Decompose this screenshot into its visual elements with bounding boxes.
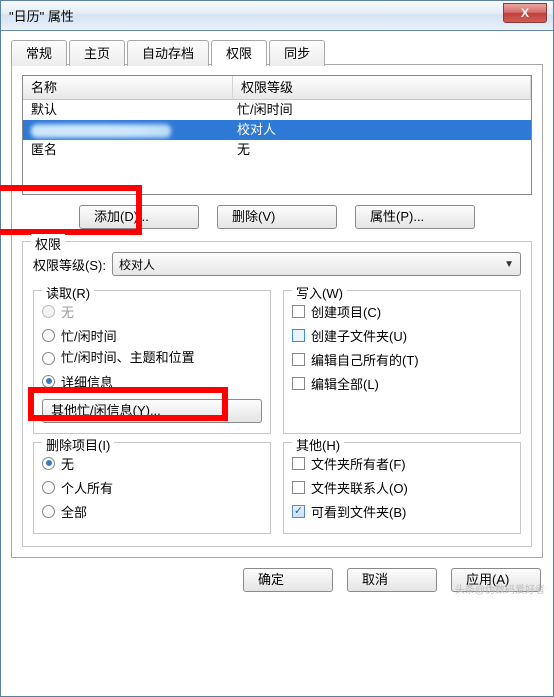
checkbox-icon [292, 481, 305, 494]
cell-name: 默认 [23, 100, 233, 120]
watermark: 头条@伪数码爱好者 [455, 581, 545, 596]
chevron-down-icon: ▼ [504, 259, 514, 270]
radio-icon [42, 375, 55, 388]
other-owner[interactable]: 文件夹所有者(F) [292, 451, 512, 475]
col-level[interactable]: 权限等级 [233, 76, 531, 99]
radio-icon [42, 505, 55, 518]
tab-permissions[interactable]: 权限 [211, 40, 267, 66]
cancel-button[interactable]: 取消 [347, 568, 437, 592]
other-fieldset: 其他(H) 文件夹所有者(F) 文件夹联系人(O) 可看到文件夹(B) [283, 442, 521, 534]
level-label: 权限等级(S): [33, 255, 106, 274]
close-button[interactable]: X [503, 3, 547, 23]
level-value: 校对人 [119, 256, 155, 273]
remove-button[interactable]: 删除(V) [217, 205, 337, 229]
tab-strip: 常规 主页 自动存档 权限 同步 [11, 39, 543, 65]
cell-level: 无 [233, 140, 531, 160]
write-edit-own[interactable]: 编辑自己所有的(T) [292, 347, 512, 371]
other-freebusy-button[interactable]: 其他忙/闲信息(Y)... [42, 399, 262, 423]
checkbox-icon [292, 505, 305, 518]
permission-list[interactable]: 名称 权限等级 默认 忙/闲时间 校对人 匿名 无 [22, 75, 532, 195]
read-freebusy[interactable]: 忙/闲时间 [42, 323, 262, 347]
radio-icon [42, 481, 55, 494]
add-button[interactable]: 添加(D)... [79, 205, 199, 229]
table-row[interactable]: 匿名 无 [23, 140, 531, 160]
col-name[interactable]: 名称 [23, 76, 233, 99]
delete-none[interactable]: 无 [42, 451, 262, 475]
read-legend: 读取(R) [42, 283, 94, 302]
write-edit-all[interactable]: 编辑全部(L) [292, 371, 512, 395]
delete-legend: 删除项目(I) [42, 435, 114, 454]
write-create-subfolder[interactable]: 创建子文件夹(U) [292, 323, 512, 347]
write-fieldset: 写入(W) 创建项目(C) 创建子文件夹(U) 编辑自己所有的(T) [283, 290, 521, 434]
ok-button[interactable]: 确定 [243, 568, 333, 592]
permission-legend: 权限 [31, 234, 65, 253]
write-create-item[interactable]: 创建项目(C) [292, 299, 512, 323]
titlebar: "日历" 属性 X [1, 1, 553, 31]
window-title: "日历" 属性 [9, 6, 74, 25]
cell-level: 校对人 [233, 120, 531, 140]
delete-own[interactable]: 个人所有 [42, 475, 262, 499]
tab-general[interactable]: 常规 [11, 40, 67, 66]
read-freebusy-subject[interactable]: 忙/闲时间、主题和位置 [42, 347, 262, 369]
radio-icon [42, 352, 55, 365]
radio-icon [42, 305, 55, 318]
tab-home[interactable]: 主页 [69, 40, 125, 66]
cell-level: 忙/闲时间 [233, 100, 531, 120]
read-full[interactable]: 详细信息 [42, 369, 262, 393]
radio-icon [42, 329, 55, 342]
list-header: 名称 权限等级 [23, 76, 531, 100]
checkbox-icon [292, 329, 305, 342]
tab-autoarchive[interactable]: 自动存档 [127, 40, 209, 66]
write-legend: 写入(W) [292, 283, 347, 302]
tab-panel-permissions: 名称 权限等级 默认 忙/闲时间 校对人 匿名 无 添加(D)... [11, 65, 543, 558]
read-none[interactable]: 无 [42, 299, 262, 323]
delete-all[interactable]: 全部 [42, 499, 262, 523]
other-contact[interactable]: 文件夹联系人(O) [292, 475, 512, 499]
checkbox-icon [292, 353, 305, 366]
properties-button[interactable]: 属性(P)... [355, 205, 475, 229]
other-legend: 其他(H) [292, 435, 344, 454]
checkbox-icon [292, 457, 305, 470]
read-fieldset: 读取(R) 无 忙/闲时间 忙/闲时间、主题和位置 [33, 290, 271, 434]
checkbox-icon [292, 377, 305, 390]
checkbox-icon [292, 305, 305, 318]
tab-sync[interactable]: 同步 [269, 40, 325, 66]
table-row[interactable]: 校对人 [23, 120, 531, 140]
cell-name: 匿名 [23, 140, 233, 160]
delete-fieldset: 删除项目(I) 无 个人所有 全部 [33, 442, 271, 534]
radio-icon [42, 457, 55, 470]
level-combo[interactable]: 校对人 ▼ [112, 252, 521, 276]
other-visible[interactable]: 可看到文件夹(B) [292, 499, 512, 523]
permission-fieldset: 权限 权限等级(S): 校对人 ▼ 读取(R) 无 [22, 241, 532, 547]
table-row[interactable]: 默认 忙/闲时间 [23, 100, 531, 120]
cell-name [23, 120, 233, 140]
